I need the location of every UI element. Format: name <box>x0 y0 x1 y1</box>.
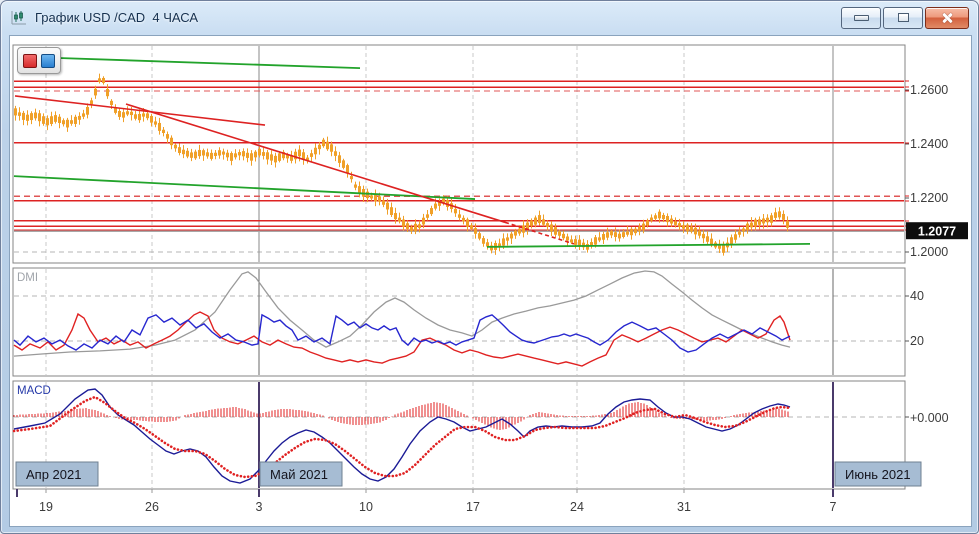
minimize-button[interactable] <box>841 7 881 29</box>
titlebar[interactable]: График USD /CAD 4 ЧАСА <box>1 1 978 34</box>
maximize-icon <box>898 13 909 22</box>
red-square-button[interactable] <box>23 54 37 68</box>
chart-icon <box>10 10 28 26</box>
maximize-button[interactable] <box>883 7 923 29</box>
close-button[interactable] <box>925 7 969 29</box>
chart-toolbar <box>17 47 61 74</box>
close-icon <box>940 11 954 25</box>
app-window: График USD /CAD 4 ЧАСА <box>0 0 979 534</box>
window-title: График USD /CAD 4 ЧАСА <box>35 10 198 25</box>
minimize-icon <box>854 15 869 21</box>
blue-square-button[interactable] <box>41 54 55 68</box>
window-controls <box>841 7 969 29</box>
chart-area[interactable] <box>9 35 972 527</box>
